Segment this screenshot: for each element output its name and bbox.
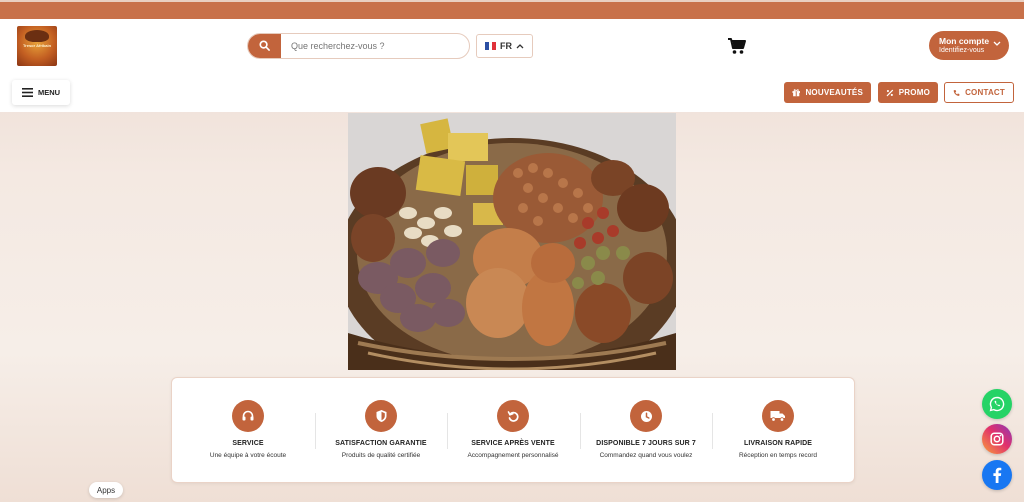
search-bar bbox=[247, 33, 470, 59]
account-button[interactable]: Mon compte Identifiez-vous bbox=[929, 31, 1009, 60]
menu-label: MENU bbox=[38, 88, 61, 97]
feature-title: SERVICE bbox=[232, 440, 264, 447]
top-accent-bar bbox=[0, 0, 1024, 19]
top-highlight-line bbox=[0, 0, 1024, 2]
feature-subtitle: Réception en temps record bbox=[738, 452, 818, 459]
language-selector[interactable]: FR bbox=[476, 34, 533, 58]
language-code: FR bbox=[500, 41, 512, 51]
search-input[interactable] bbox=[281, 41, 461, 51]
feature-icon-badge bbox=[497, 400, 529, 432]
instagram-icon bbox=[990, 432, 1004, 446]
nouveautes-label: NOUVEAUTÉS bbox=[805, 88, 863, 97]
feature-subtitle: Accompagnement personnalisé bbox=[467, 452, 559, 459]
percent-icon bbox=[886, 89, 894, 96]
feature-apres-vente: SERVICE APRÈS VENTE Accompagnement perso… bbox=[447, 400, 579, 470]
gift-icon bbox=[792, 89, 800, 97]
contact-button[interactable]: CONTACT bbox=[944, 82, 1014, 103]
feature-title: SERVICE APRÈS VENTE bbox=[471, 440, 555, 447]
chevron-down-icon bbox=[993, 41, 1001, 46]
feature-title: SATISFACTION GARANTIE bbox=[335, 440, 427, 447]
feature-icon-badge bbox=[630, 400, 662, 432]
apps-tooltip[interactable]: Apps bbox=[89, 482, 123, 498]
feature-service: SERVICE Une équipe à votre écoute bbox=[182, 400, 314, 470]
hero-basket-photo bbox=[348, 113, 676, 370]
cart-icon[interactable] bbox=[727, 37, 747, 55]
feature-livraison: LIVRAISON RAPIDE Réception en temps reco… bbox=[712, 400, 844, 470]
feature-subtitle: Une équipe à votre écoute bbox=[209, 452, 287, 459]
undo-icon bbox=[507, 410, 519, 422]
promo-button[interactable]: PROMO bbox=[878, 82, 938, 103]
feature-subtitle: Commandez quand vous voulez bbox=[599, 452, 693, 459]
feature-icon-badge bbox=[232, 400, 264, 432]
logo-text: Tresor Afrikain bbox=[22, 43, 52, 48]
chevron-up-icon bbox=[516, 44, 524, 49]
feature-icon-badge bbox=[365, 400, 397, 432]
facebook-icon bbox=[993, 467, 1002, 483]
feature-subtitle: Produits de qualité certifiée bbox=[341, 452, 421, 459]
account-title: Mon compte bbox=[939, 35, 990, 46]
shield-icon bbox=[376, 410, 386, 422]
feature-satisfaction: SATISFACTION GARANTIE Produits de qualit… bbox=[315, 400, 447, 470]
search-button[interactable] bbox=[248, 34, 281, 58]
instagram-button[interactable] bbox=[982, 424, 1012, 454]
menu-button[interactable]: MENU bbox=[12, 80, 70, 105]
facebook-button[interactable] bbox=[982, 460, 1012, 490]
france-flag-icon bbox=[485, 42, 497, 50]
feature-title: LIVRAISON RAPIDE bbox=[743, 440, 813, 447]
phone-icon bbox=[953, 89, 960, 96]
account-subtitle: Identifiez-vous bbox=[939, 46, 985, 54]
features-panel: SERVICE Une équipe à votre écoute SATISF… bbox=[171, 377, 855, 483]
feature-disponible: DISPONIBLE 7 JOURS SUR 7 Commandez quand… bbox=[580, 400, 712, 470]
truck-icon bbox=[770, 411, 785, 422]
promo-label: PROMO bbox=[898, 88, 930, 97]
nouveautes-button[interactable]: NOUVEAUTÉS bbox=[784, 82, 871, 103]
search-icon bbox=[258, 40, 270, 51]
site-logo[interactable]: Tresor Afrikain bbox=[17, 26, 57, 66]
hamburger-icon bbox=[22, 88, 33, 97]
whatsapp-icon bbox=[989, 396, 1005, 412]
logo-emblem bbox=[25, 30, 49, 42]
site-header: Tresor Afrikain FR Mon compte Identifiez… bbox=[0, 19, 1024, 112]
headset-icon bbox=[242, 410, 254, 421]
contact-label: CONTACT bbox=[965, 88, 1005, 97]
whatsapp-button[interactable] bbox=[982, 389, 1012, 419]
feature-title: DISPONIBLE 7 JOURS SUR 7 bbox=[596, 440, 696, 447]
basket-photo bbox=[348, 113, 676, 370]
clock-icon bbox=[640, 410, 652, 422]
feature-icon-badge bbox=[762, 400, 794, 432]
